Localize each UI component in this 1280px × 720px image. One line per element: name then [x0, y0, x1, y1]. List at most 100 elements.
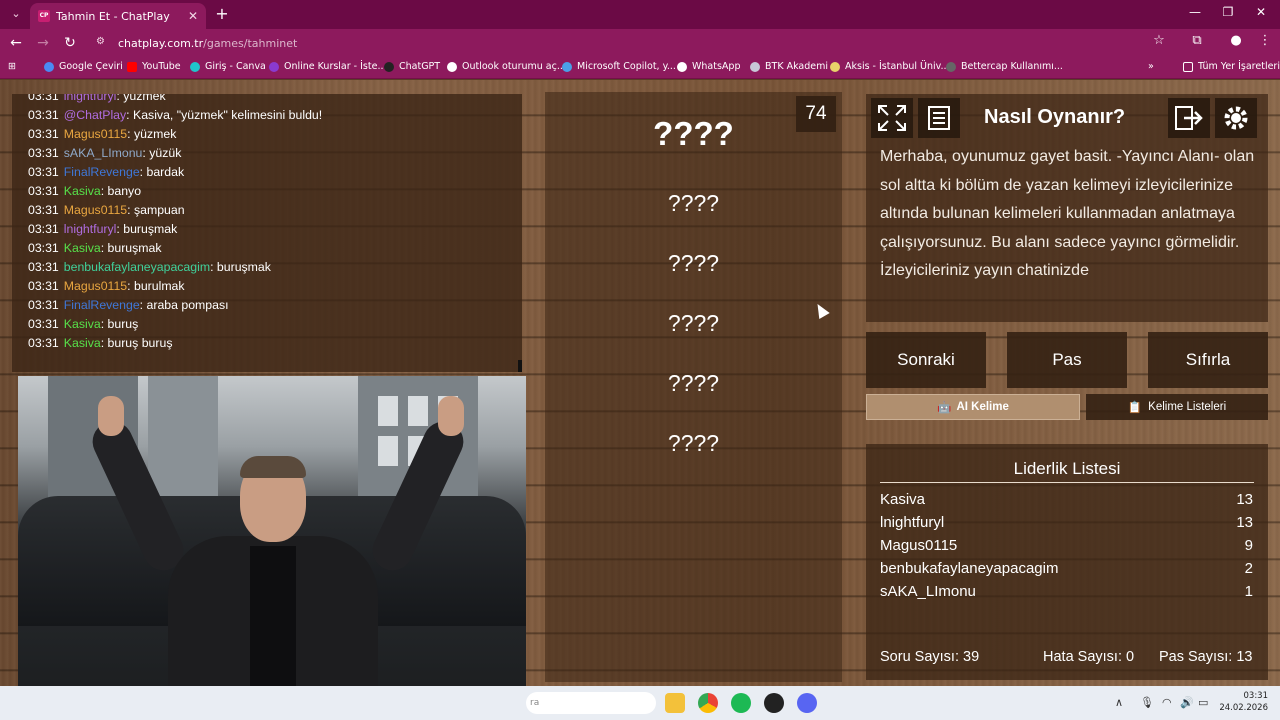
tray-chevron-icon[interactable]: ∧ — [1115, 696, 1123, 709]
chatgpt-icon — [384, 61, 394, 72]
video-person-shirt — [250, 546, 296, 696]
chat-username[interactable]: @ChatPlay — [64, 108, 126, 122]
minimize-icon[interactable]: — — [1180, 5, 1210, 19]
chat-username[interactable]: Kasiva — [64, 241, 101, 255]
chat-username[interactable]: Magus0115 — [64, 279, 127, 293]
chat-username[interactable]: benbukafaylaneyapacagim — [64, 260, 210, 274]
bookmark-bettercap[interactable]: Bettercap Kullanımı... — [946, 61, 1063, 72]
discord-icon[interactable] — [797, 693, 817, 713]
clock-date: 24.02.2026 — [1219, 703, 1268, 713]
notes-icon[interactable] — [918, 98, 960, 138]
ai-word-button[interactable]: 🤖 AI Kelime — [866, 394, 1080, 420]
canva-icon — [190, 61, 200, 72]
bookmark-outlook[interactable]: Outlook oturumu aç... — [447, 61, 566, 72]
bookmark-online-courses[interactable]: Online Kurslar - İste... — [269, 61, 387, 72]
chat-username[interactable]: Magus0115 — [64, 203, 127, 217]
bookmark-chatgpt[interactable]: ChatGPT — [384, 61, 440, 72]
bookmark-canva[interactable]: Giriş - Canva — [190, 61, 266, 72]
bookmark-youtube[interactable]: YouTube — [127, 61, 181, 72]
chat-text: : banyo — [100, 184, 142, 198]
chat-text: : buruş buruş — [100, 336, 173, 350]
chat-message: 03:31 benbukafaylaneyapacagim: buruşmak — [28, 260, 271, 274]
exit-icon[interactable] — [1168, 98, 1210, 138]
bookmark-btk[interactable]: BTK Akademi — [750, 61, 828, 72]
bookmark-whatsapp[interactable]: WhatsApp — [677, 61, 740, 72]
chat-username[interactable]: Magus0115 — [64, 127, 127, 141]
bookmark-aksis[interactable]: Aksis - İstanbul Üniv... — [830, 61, 950, 72]
taskbar-search-input[interactable]: ra — [526, 692, 656, 714]
settings-gear-icon[interactable] — [1215, 98, 1257, 138]
maximize-icon[interactable]: ❐ — [1213, 5, 1243, 19]
wifi-icon[interactable]: ◠ — [1162, 696, 1172, 709]
profile-avatar-icon[interactable]: ● — [1226, 33, 1246, 48]
all-bookmarks-folder[interactable]: Tüm Yer İşaretleri — [1183, 61, 1280, 72]
taskbar-clock[interactable]: 03:31 24.02.2026 — [1216, 690, 1268, 714]
chat-time: 03:31 — [28, 260, 59, 274]
window-close-icon[interactable]: ✕ — [1246, 5, 1276, 19]
chat-message: 03:31 Kasiva: buruş buruş — [28, 336, 172, 350]
chat-username[interactable]: Kasiva — [64, 336, 101, 350]
chat-message: 03:31 sAKA_LImonu: yüzük — [28, 146, 181, 160]
chat-username[interactable]: lnightfuryl — [64, 222, 117, 236]
outlook-icon — [447, 61, 457, 72]
chat-message: 03:31 Magus0115: yüzmek — [28, 127, 176, 141]
leaderboard-score: 13 — [1236, 514, 1253, 531]
chat-username[interactable]: FinalRevenge — [64, 165, 140, 179]
chrome-icon[interactable] — [698, 693, 718, 713]
error-count: Hata Sayısı: 0 — [1043, 649, 1135, 665]
file-explorer-icon[interactable] — [665, 693, 685, 713]
chat-username[interactable]: FinalRevenge — [64, 298, 140, 312]
os-taskbar: ra ∧ 🎙 ◠ 🔊 ▭ 03:31 24.02.2026 — [0, 686, 1280, 720]
leaderboard-score: 1 — [1244, 583, 1253, 600]
new-tab-plus-icon[interactable]: + — [212, 4, 232, 24]
chat-message: 03:31 lnightfuryl: buruşmak — [28, 222, 177, 236]
extensions-puzzle-icon[interactable]: ⧉ — [1187, 33, 1207, 48]
site-info-icon[interactable]: ⚙ — [96, 36, 110, 50]
back-arrow-icon[interactable]: ← — [6, 33, 26, 53]
aksis-icon — [830, 61, 840, 72]
chat-time: 03:31 — [28, 336, 59, 350]
chat-text: : buruşmak — [116, 222, 178, 236]
chat-time: 03:31 — [28, 279, 59, 293]
chat-time: 03:31 — [28, 241, 59, 255]
forward-arrow-icon[interactable]: → — [33, 33, 53, 53]
tab-close-icon[interactable]: ✕ — [188, 9, 198, 23]
forbidden-word: ???? — [667, 250, 720, 276]
chat-username[interactable]: lnightfuryl — [64, 94, 117, 103]
address-bar[interactable]: ⚙ chatplay.com.tr/games/tahminet — [90, 32, 1180, 54]
bookmarks-overflow-chevron-icon[interactable]: » — [1148, 61, 1154, 72]
bookmark-star-icon[interactable]: ☆ — [1149, 33, 1169, 48]
fullscreen-icon[interactable] — [871, 98, 913, 138]
chat-message: 03:31 FinalRevenge: bardak — [28, 165, 184, 179]
chat-username[interactable]: Kasiva — [64, 184, 101, 198]
pass-count: Pas Sayısı: 13 — [1159, 649, 1253, 665]
next-button[interactable]: Sonraki — [866, 332, 986, 388]
microphone-icon[interactable]: 🎙 — [1140, 696, 1154, 709]
browser-menu-icon[interactable]: ⋮ — [1255, 33, 1275, 48]
tab-list-chevron-icon[interactable]: ⌄ — [6, 5, 26, 23]
leaderboard-name: Magus0115 — [880, 537, 958, 554]
chat-username[interactable]: sAKA_LImonu — [64, 146, 143, 160]
chat-text: : yüzmek — [116, 94, 166, 103]
bookmark-google-translate[interactable]: Google Çeviri — [44, 61, 123, 72]
forbidden-word: ???? — [667, 310, 720, 336]
apps-grid-icon[interactable]: ⊞ — [8, 61, 16, 72]
chat-message: 03:31 Kasiva: banyo — [28, 184, 141, 198]
word-lists-button[interactable]: 📋 Kelime Listeleri — [1086, 394, 1268, 420]
battery-icon[interactable]: ▭ — [1198, 696, 1208, 709]
how-to-play-text: Merhaba, oyunumuz gayet basit. -Yayıncı … — [880, 148, 1255, 279]
reset-button[interactable]: Sıfırla — [1148, 332, 1268, 388]
chat-username[interactable]: Kasiva — [64, 317, 101, 331]
chat-text: : şampuan — [127, 203, 185, 217]
reload-icon[interactable]: ↻ — [60, 33, 80, 53]
chat-scrollbar[interactable] — [518, 360, 522, 372]
pass-button[interactable]: Pas — [1007, 332, 1127, 388]
bookmark-copilot[interactable]: Microsoft Copilot, y... — [562, 61, 676, 72]
spotify-icon[interactable] — [731, 693, 751, 713]
tab-active[interactable]: CP Tahmin Et - ChatPlay ✕ — [30, 3, 206, 29]
clock-time: 03:31 — [1243, 691, 1269, 701]
volume-icon[interactable]: 🔊 — [1180, 696, 1194, 709]
chat-text: : araba pompası — [139, 298, 229, 312]
leaderboard-divider — [880, 482, 1254, 483]
github-icon[interactable] — [764, 693, 784, 713]
